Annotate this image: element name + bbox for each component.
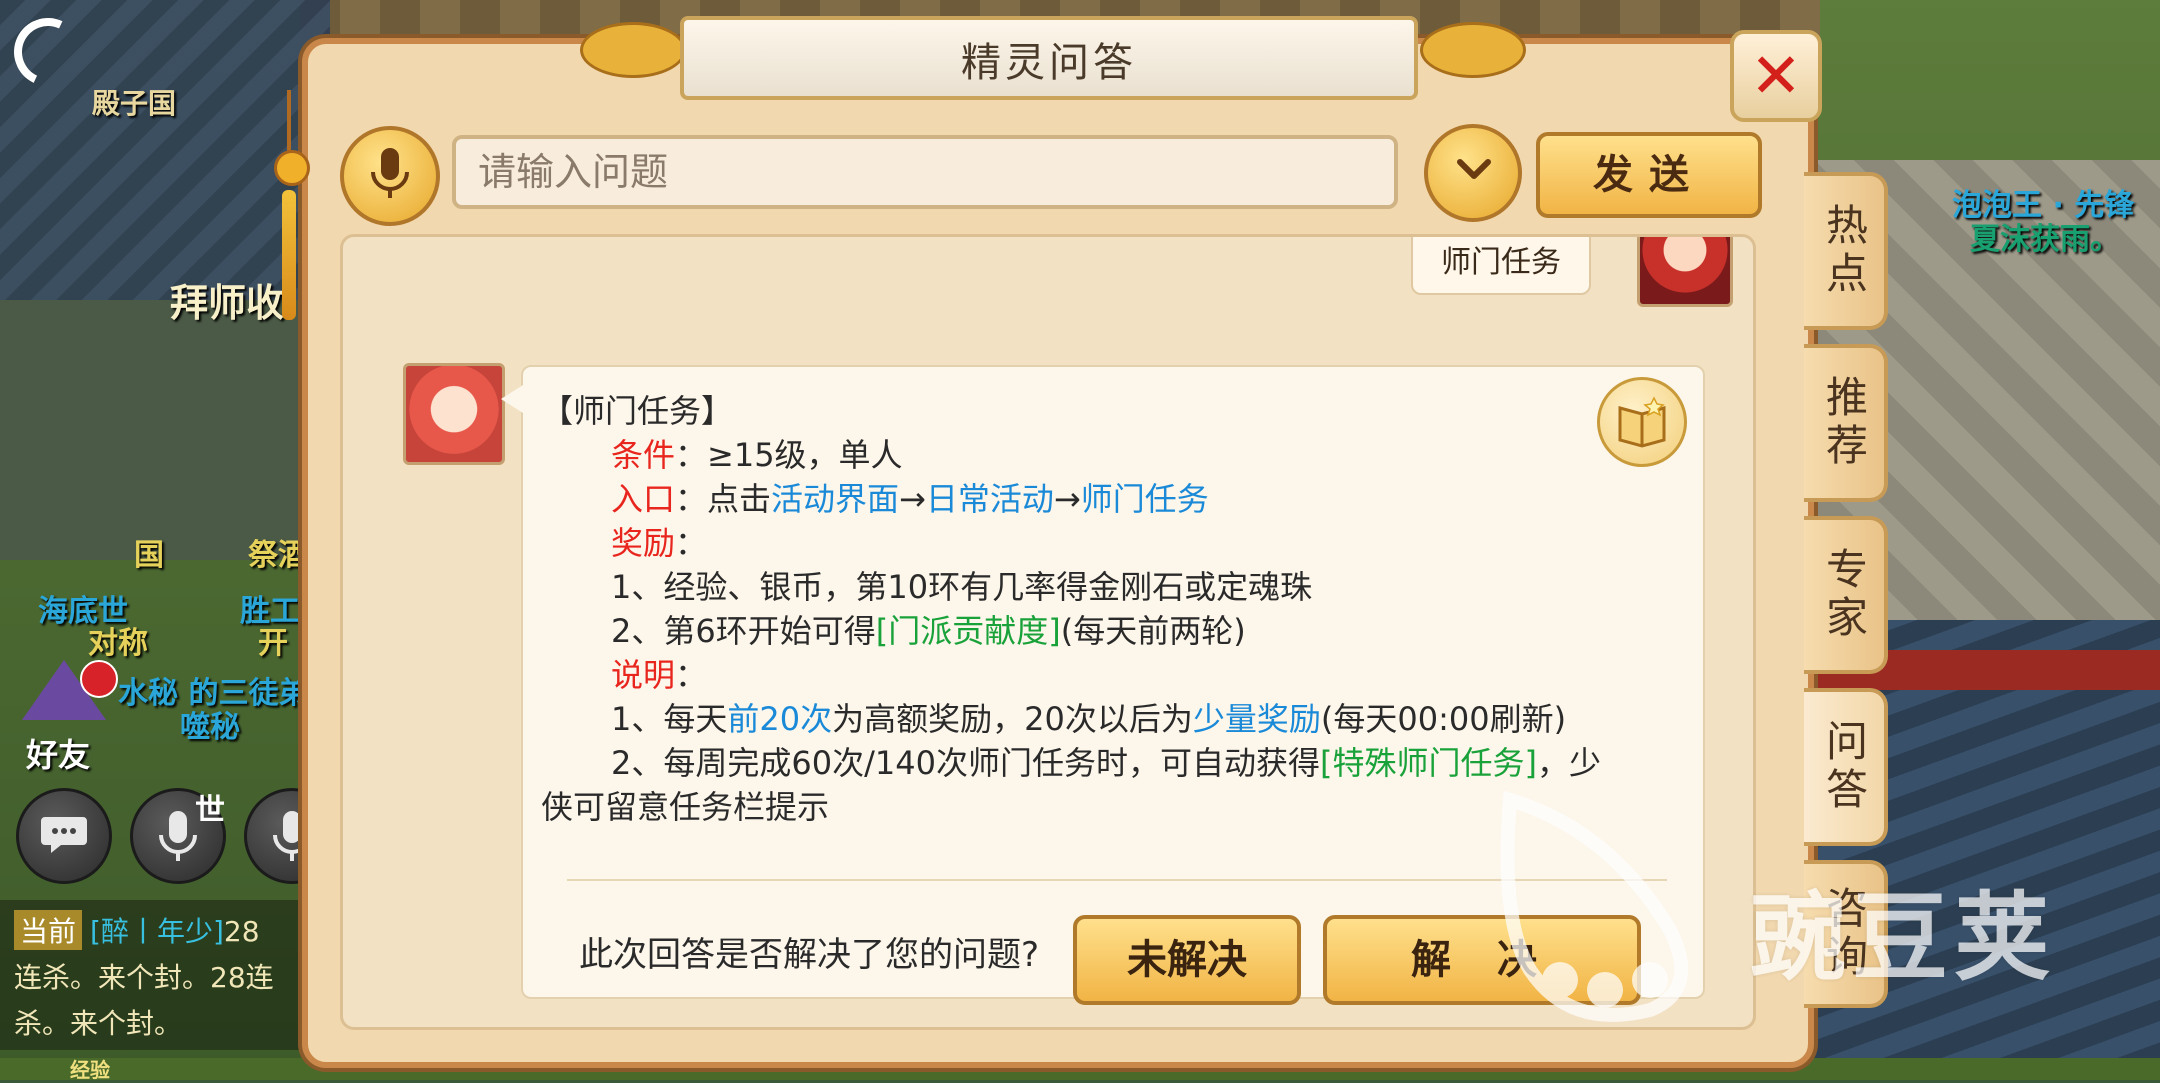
chat-text: 连杀。来个封。28连 [14,961,274,994]
npc-name-label[interactable]: 开 [258,618,288,662]
tab-expert[interactable]: 专家 [1804,516,1888,674]
chat-text: 杀。来个封。 [14,1007,183,1040]
colon: ： [675,656,708,694]
answer-reward-heading: 奖励： [611,521,707,565]
close-button[interactable]: ✕ [1730,30,1822,122]
npc-name-label[interactable]: 噬秘 [180,702,240,746]
book-icon[interactable] [1597,377,1687,467]
tab-recommend[interactable]: 推荐 [1804,344,1888,502]
friend-label: 好友 [26,736,91,774]
reward-item-2: 2、第6环开始可得[门派贡献度](每天前两轮) [611,609,1246,653]
chat-bubble-icon [41,817,87,853]
contribution-link[interactable]: [门派贡献度] [876,612,1061,650]
npc-avatar [403,363,505,465]
unresolved-button[interactable]: 未解决 [1073,915,1301,1005]
question-input[interactable] [452,135,1398,209]
notification-dot [80,660,118,698]
colon: ： [675,524,708,562]
npc-name-label[interactable]: 夏沫获雨。 [1970,214,2120,258]
tab-hot[interactable]: 热点 [1804,172,1888,330]
npc-name-label[interactable]: 对称 [88,618,148,662]
arrow-text: → [1053,480,1081,518]
title-plate: 精灵问答 [680,16,1418,100]
tassel-ornament [274,90,310,330]
note-item-1: 1、每天前20次为高额奖励，20次以后为少量奖励(每天00:00刷新) [611,697,1566,741]
answer-condition: 条件：≥15级，单人 [611,433,903,477]
first-20-link[interactable]: 前20次 [727,700,832,738]
note-1-prefix: 1、每天 [611,700,728,738]
answer-note-heading: 说明： [611,653,707,697]
dialog-title: 精灵问答 [961,40,1137,86]
voice-input-button[interactable] [340,126,440,226]
user-question-bubble: 师门任务 [1411,237,1591,295]
chat-text: 28 [223,915,260,948]
arrow-text: → [899,480,926,518]
condition-label: 条件 [611,436,676,474]
activity-link[interactable]: 活动界面 [771,480,899,518]
channel-tag: 当前 [14,910,83,950]
note-item-2: 2、每周完成60次/140次师门任务时，可自动获得[特殊师门任务]，少 [611,741,1601,785]
entry-prefix: ：点击 [675,480,772,518]
title-ornament-right [1420,22,1526,78]
friend-button[interactable]: 好友 [16,660,118,774]
npc-name-label[interactable]: 国 [134,530,164,574]
send-button[interactable]: 发送 [1536,132,1762,218]
note-1-mid: 为高额奖励，20次以后为 [832,700,1193,738]
entry-label: 入口 [611,480,676,518]
npc-sign: 殿子国 [92,87,177,120]
special-task-link[interactable]: [特殊师门任务] [1320,744,1537,782]
microphone-icon [371,148,409,198]
world-channel-label: 世 [195,793,225,828]
building-left [0,300,320,560]
user-avatar[interactable] [1637,237,1733,307]
chat-button[interactable] [16,788,112,884]
feedback-question: 此次回答是否解决了您的问题? [579,935,1040,975]
daily-activity-link[interactable]: 日常活动 [926,480,1054,518]
reward-2-prefix: 2、第6环开始可得 [611,612,876,650]
answer-heading: 【师门任务】 [541,392,734,430]
chat-log[interactable]: 当前 [醉丨年少]28 连杀。来个封。28连 杀。来个封。 [0,900,310,1050]
chevron-down-icon [1457,159,1491,179]
reward-2-suffix: (每天前两轮) [1060,612,1246,650]
condition-text: ：≥15级，单人 [675,436,903,474]
world-voice-button[interactable]: 世 [130,788,226,884]
note-2-suffix: ，少 [1536,744,1601,782]
user-question-text: 师门任务 [1441,245,1561,280]
reward-label: 奖励 [611,524,676,562]
watermark: 豌豆荚 [1490,790,2130,1050]
title-ornament-left [580,22,686,78]
note-2-prefix: 2、每周完成60次/140次师门任务时，可自动获得 [611,744,1320,782]
answer-entry: 入口：点击活动界面→日常活动→师门任务 [611,477,1209,521]
small-reward-link[interactable]: 少量奖励 [1193,700,1321,738]
pea-logo-icon [1500,790,1689,1022]
note-item-2-cont: 侠可留意任务栏提示 [541,788,830,826]
chat-sender[interactable]: [醉丨年少] [90,915,224,948]
close-icon: ✕ [1750,39,1802,112]
exp-label: 经验 [70,1058,110,1082]
reward-item-1: 1、经验、银币，第10环有几率得金刚石或定魂珠 [611,568,1313,606]
npc-title-label[interactable]: 拜师收 [170,272,284,327]
npc-name-label[interactable]: 祭酒 [248,530,308,574]
note-label: 说明 [611,656,676,694]
watermark-text: 豌豆荚 [1750,882,2056,994]
dropdown-button[interactable] [1424,124,1522,222]
note-1-suffix: (每天00:00刷新) [1320,700,1567,738]
master-task-link[interactable]: 师门任务 [1081,480,1209,518]
